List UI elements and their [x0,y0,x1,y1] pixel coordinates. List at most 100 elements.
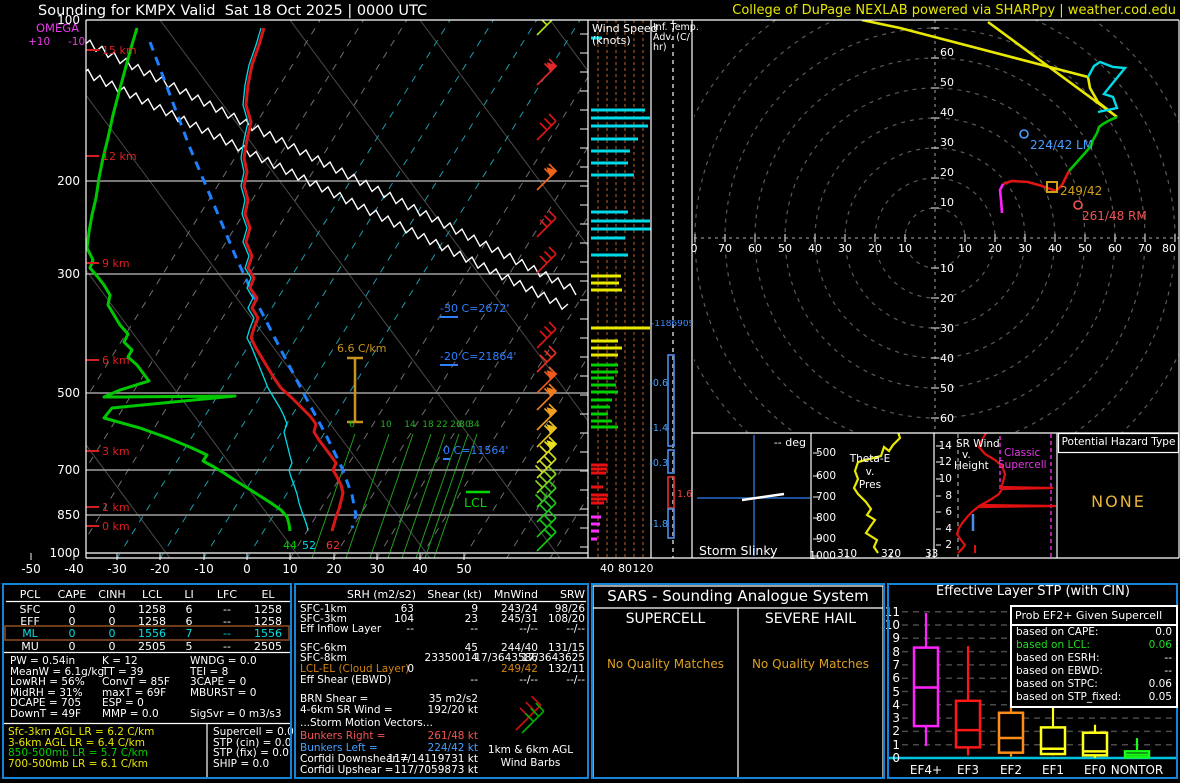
prob-ef2-box: Prob EF2+ Given Supercell based on CAPE:… [1010,605,1178,708]
mixing-ratio-label: 6 [349,420,355,430]
storm-motion-label: 261/48 RM [1082,209,1147,223]
height-label: 15 km [102,44,137,57]
temp-axis-label: 20 [326,562,342,576]
thetae-title3: Pres [858,479,882,491]
temp-axis-label: 30 [369,562,385,576]
thetae-title: Theta-E [849,453,891,465]
adv-value-label: -0.3 [649,458,668,469]
kinematics-panel-box [294,583,589,779]
prob-ef2-rows: based on CAPE: 0.0 based on LCL: 0.06 based … [1012,626,1176,704]
srwind-title3: Height [954,460,989,472]
temp-axis-label: -20 [150,562,170,576]
hodo-axis-label: 70 [1138,242,1152,255]
adv-value-label: 1.6 [677,489,693,500]
hodo-axis-label: 50 [778,242,792,255]
thetae-title2: v. [865,466,875,478]
mixing-ratio-label: 34 [468,420,480,430]
hodo-axis-label: 30 [940,322,954,335]
pressure-label: 700 [57,463,80,477]
pressure-label: 500 [57,386,80,400]
omega-minus-label: -10 [68,36,86,48]
srw-y-label: 6 [945,506,952,518]
pressure-label: 850 [57,508,80,522]
srw-y-label: 14 [938,440,952,452]
height-label: 6 km [102,354,130,367]
height-label: 9 km [102,257,130,270]
hodo-axis-label: 40 [940,106,954,119]
srw-y-label: 12 [938,456,952,468]
thetae-y-label: 800 [815,512,836,524]
temp-axis-label: 0 [243,562,251,576]
pressure-label: 100 [57,13,80,27]
lapse-rate-marker-label: 6.6 C/km [337,342,387,355]
hodo-axis-label: 10 [940,262,954,275]
thetae-y-label: 900 [815,533,836,545]
prob-ef2-row: based on LCL: 0.06 [1016,639,1172,651]
adv-value-label: -0.6 [649,378,668,389]
classic-supercell-label: Classic [1004,447,1041,459]
credit-line: College of DuPage NEXLAB powered via SHA… [732,3,1176,18]
prob-ef2-row: based on EBWD: -- [1016,665,1172,677]
temp-axis-label: 40 [412,562,428,576]
surface-value-label: 52 [302,539,316,552]
prob-ef2-row: based on STP_fixed: 0.05 [1016,691,1172,703]
hodo-axis-label: 20 [868,242,882,255]
temp-axis-label: -30 [107,562,127,576]
thetae-y-label: 500 [815,447,836,459]
adv-value-label: -1.4 [649,423,668,434]
hodo-axis-label: 10 [958,242,972,255]
isotherm-height-annotation: 0 C=11564' [443,444,508,460]
hodo-axis-label: 30 [1018,242,1032,255]
storm-motion-label: 249/42 [1060,184,1103,198]
pressure-label: 1000 [49,546,80,560]
hodo-axis-label: 30 [940,136,954,149]
hodo-axis-label: 60 [1108,242,1122,255]
hodo-axis-label: 40 [808,242,822,255]
thetae-y-label: 1000 [809,550,836,562]
hodo-axis-label: 80 [1162,242,1176,255]
lcl-marker-label: LCL [464,495,487,510]
pressure-label: 300 [57,267,80,281]
hodo-axis-label: 60 [940,46,954,59]
srw-y-label: 4 [945,523,952,535]
surface-value-label: 62 [326,539,340,552]
hazard-value: NONE [1091,492,1146,511]
adv-value-label: -1.8 [649,519,668,530]
speed-axis-label: 120 [632,562,654,575]
srw-y-label: 2 [945,539,952,551]
mixing-ratio-label: 14 [404,420,416,430]
prob-ef2-row: based on ESRH: -- [1016,652,1172,664]
srw-y-label: 8 [945,490,952,502]
temp-axis-label: -50 [21,562,41,576]
hodo-axis-label: 10 [940,196,954,209]
slinky-deg-readout: -- deg [773,436,806,449]
thermo-panel-box [2,583,292,779]
classic-supercell-label2: Supercell [998,459,1047,471]
thetae-y-label: 700 [815,491,836,503]
height-label: 12 km [102,150,137,163]
height-label: 1 km [102,501,130,514]
temp-adv-panel-title3: hr) [653,42,667,53]
page-title: Sounding for KMPX Valid Sat 18 Oct 2025 … [38,3,428,19]
prob-ef2-title: Prob EF2+ Given Supercell [1012,607,1176,626]
hodo-axis-label: 60 [940,412,954,425]
storm-motion-label: 224/42 LM [1030,138,1094,152]
isotherm-height-annotation: -20 C=21864' [440,350,516,366]
storm-slinky-title: Storm Slinky [699,543,778,558]
hodo-axis-label: 20 [940,292,954,305]
temp-axis-label: 50 [456,562,472,576]
hodo-axis-label: 60 [748,242,762,255]
hodo-axis-label: 0 [690,242,698,255]
temp-axis-label: -10 [194,562,214,576]
hodo-axis-label: 30 [838,242,852,255]
prob-ef2-row: based on STPC: 0.06 [1016,678,1172,690]
sars-panel-box [591,583,885,779]
omega-plus-label: +10 [28,36,51,48]
hodo-axis-label: 50 [940,76,954,89]
hodo-axis-label: 40 [1048,242,1062,255]
sharppy-sounding-display: Sounding for KMPX Valid Sat 18 Oct 2025 … [0,0,1180,783]
hazard-panel-title: Potential Hazard Type [1061,436,1176,448]
height-label: 3 km [102,445,130,458]
thetae-x-label: 320 [880,548,902,560]
hodo-axis-label: 20 [988,242,1002,255]
